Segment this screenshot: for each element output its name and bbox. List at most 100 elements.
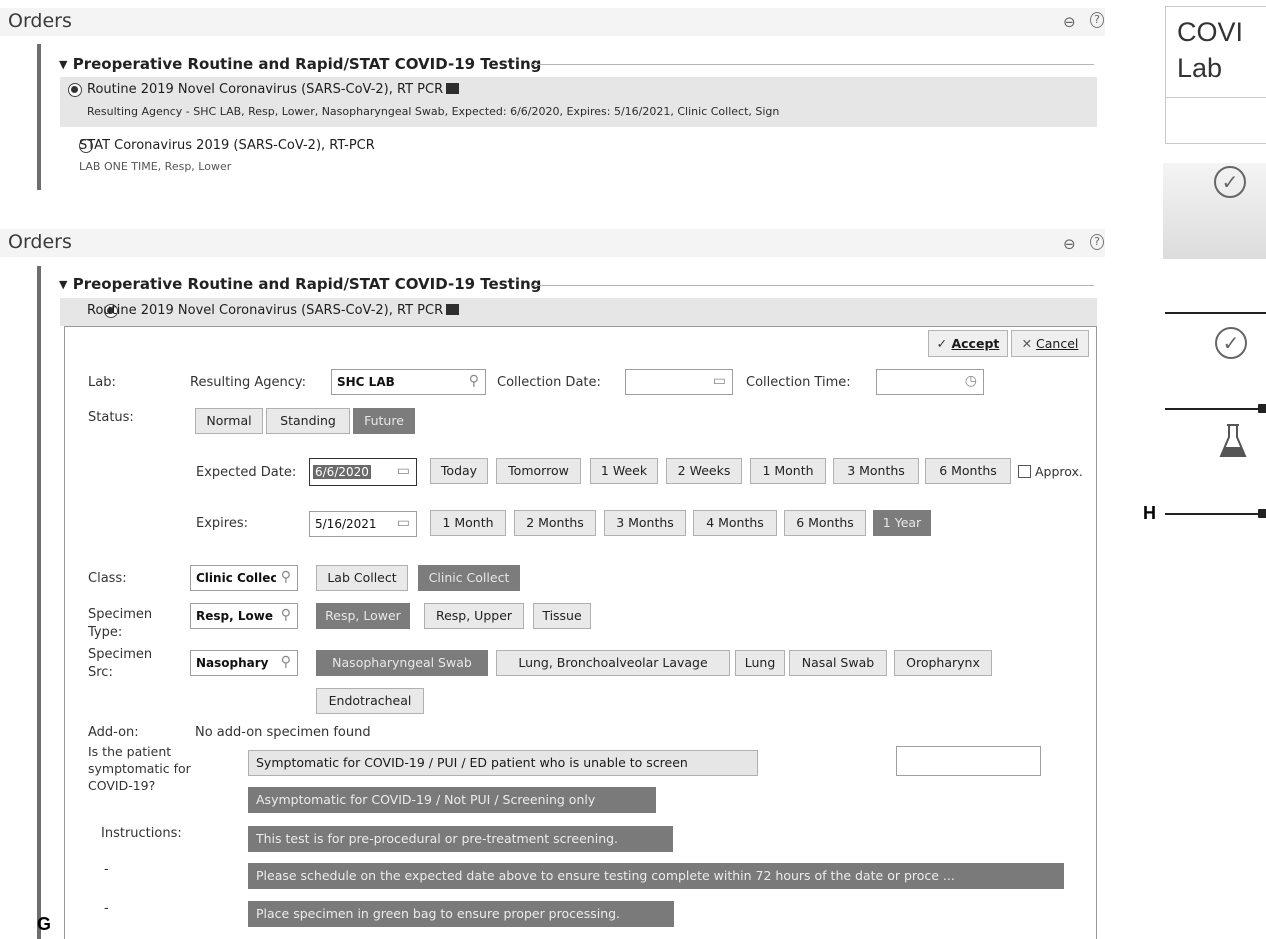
specimen-type-resp-upper-button[interactable]: Resp, Upper bbox=[424, 603, 524, 629]
expires-1year-button[interactable]: 1 Year bbox=[873, 510, 931, 536]
help-icon[interactable]: ? bbox=[1090, 12, 1104, 28]
addon-value: No add-on specimen found bbox=[195, 725, 371, 740]
instruction-dash-3: - bbox=[104, 901, 109, 916]
collection-time-label: Collection Time: bbox=[746, 375, 851, 390]
order-name-routine: Routine 2019 Novel Coronavirus (SARS-CoV… bbox=[87, 82, 460, 97]
accept-button[interactable]: ✓ Accept bbox=[928, 330, 1008, 357]
symptomatic-option-button[interactable]: Symptomatic for COVID-19 / PUI / ED pati… bbox=[248, 750, 758, 776]
lab-label: Lab: bbox=[88, 375, 116, 390]
status-square-icon bbox=[446, 83, 460, 94]
status-label: Status: bbox=[88, 410, 134, 425]
group-title-bottom: Preoperative Routine and Rapid/STAT COVI… bbox=[72, 275, 542, 293]
expires-label: Expires: bbox=[196, 516, 248, 531]
orders-title-bottom: Orders bbox=[8, 231, 72, 253]
asymptomatic-option-button[interactable]: Asymptomatic for COVID-19 / Not PUI / Sc… bbox=[248, 787, 656, 813]
triangle-down-icon: ▼ bbox=[59, 58, 68, 71]
expires-2months-button[interactable]: 2 Months bbox=[514, 510, 596, 536]
instructions-label: Instructions: bbox=[101, 826, 182, 841]
orders-title-top: Orders bbox=[8, 10, 72, 32]
class-lab-collect-button[interactable]: Lab Collect bbox=[316, 565, 408, 591]
order-detail-stat: LAB ONE TIME, Resp, Lower bbox=[79, 160, 232, 173]
expires-6months-button[interactable]: 6 Months bbox=[784, 510, 866, 536]
collection-date-field[interactable]: ▭ bbox=[625, 369, 733, 395]
specimen-src-nasal-swab-button[interactable]: Nasal Swab bbox=[789, 650, 887, 676]
specimen-src-label: Specimen Src: bbox=[88, 647, 153, 680]
order-name-stat[interactable]: STAT Coronavirus 2019 (SARS-CoV-2), RT-P… bbox=[79, 138, 375, 153]
expires-1month-button[interactable]: 1 Month bbox=[430, 510, 506, 536]
status-square-icon bbox=[446, 304, 460, 315]
expires-field[interactable]: 5/16/2021 ▭ bbox=[309, 511, 417, 537]
cancel-button[interactable]: ✕ Cancel bbox=[1011, 330, 1089, 357]
flask-icon[interactable] bbox=[1218, 422, 1248, 462]
group-toggle-top[interactable]: ▼ Preoperative Routine and Rapid/STAT CO… bbox=[59, 55, 541, 73]
specimen-src-bal-button[interactable]: Lung, Bronchoalveolar Lavage bbox=[496, 650, 730, 676]
calendar-icon[interactable]: ▭ bbox=[397, 463, 410, 479]
specimen-type-field[interactable]: Resp, Lowe ⚲ bbox=[190, 603, 298, 629]
help-icon[interactable]: ? bbox=[1090, 234, 1104, 250]
clock-icon[interactable]: ◷ bbox=[965, 373, 977, 389]
specimen-type-tissue-button[interactable]: Tissue bbox=[533, 603, 591, 629]
group-divider-top bbox=[532, 64, 1094, 65]
check-circle-icon[interactable]: ✓ bbox=[1214, 166, 1246, 198]
addon-label: Add-on: bbox=[88, 725, 139, 740]
specimen-src-field[interactable]: Nasophary ⚲ bbox=[190, 650, 298, 676]
resulting-agency-field[interactable]: SHC LAB ⚲ bbox=[331, 369, 486, 395]
class-clinic-collect-button[interactable]: Clinic Collect bbox=[418, 565, 520, 591]
orders-bottom-rule bbox=[37, 266, 41, 939]
order-radio-routine[interactable] bbox=[68, 83, 82, 97]
status-normal-button[interactable]: Normal bbox=[195, 408, 263, 434]
expires-3months-button[interactable]: 3 Months bbox=[604, 510, 686, 536]
specimen-src-oropharynx-button[interactable]: Oropharynx bbox=[894, 650, 992, 676]
specimen-type-resp-lower-button[interactable]: Resp, Lower bbox=[316, 603, 410, 629]
expected-6months-button[interactable]: 6 Months bbox=[925, 458, 1011, 484]
orders-header-top bbox=[0, 8, 1105, 36]
symptomatic-question-label: Is the patient symptomatic for COVID-19? bbox=[88, 744, 191, 793]
group-title-top: Preoperative Routine and Rapid/STAT COVI… bbox=[72, 55, 542, 73]
calendar-icon[interactable]: ▭ bbox=[397, 515, 410, 531]
orders-header-bottom bbox=[0, 229, 1105, 257]
search-icon[interactable]: ⚲ bbox=[281, 607, 291, 623]
search-icon[interactable]: ⚲ bbox=[469, 373, 479, 389]
check-circle-icon[interactable]: ✓ bbox=[1215, 327, 1247, 359]
expected-date-field[interactable]: 6/6/2020 ▭ bbox=[309, 458, 417, 486]
expected-3months-button[interactable]: 3 Months bbox=[833, 458, 919, 484]
expected-2weeks-button[interactable]: 2 Weeks bbox=[666, 458, 742, 484]
instruction-line-2: Please schedule on the expected date abo… bbox=[248, 863, 1064, 889]
panel-label-g: G bbox=[37, 914, 52, 934]
class-field[interactable]: Clinic Collec ⚲ bbox=[190, 565, 298, 591]
specimen-type-label: Specimen Type: bbox=[88, 607, 153, 640]
triangle-down-icon: ▼ bbox=[59, 278, 68, 291]
expected-today-button[interactable]: Today bbox=[430, 458, 488, 484]
specimen-src-endotracheal-button[interactable]: Endotracheal bbox=[316, 688, 424, 714]
resulting-agency-label: Resulting Agency: bbox=[190, 375, 307, 390]
instruction-line-3: Place specimen in green bag to ensure pr… bbox=[248, 901, 674, 927]
group-toggle-bottom[interactable]: ▼ Preoperative Routine and Rapid/STAT CO… bbox=[59, 275, 541, 293]
right-empty-cell bbox=[1165, 98, 1266, 144]
more-options-icon[interactable]: ⊖ bbox=[1063, 13, 1076, 31]
approx-checkbox[interactable]: Approx. bbox=[1018, 464, 1083, 479]
expected-1week-button[interactable]: 1 Week bbox=[590, 458, 658, 484]
expected-tomorrow-button[interactable]: Tomorrow bbox=[496, 458, 581, 484]
status-standing-button[interactable]: Standing bbox=[266, 408, 350, 434]
more-options-icon[interactable]: ⊖ bbox=[1063, 235, 1076, 253]
specimen-src-lung-button[interactable]: Lung bbox=[735, 650, 785, 676]
status-future-button[interactable]: Future bbox=[353, 408, 415, 434]
expires-4months-button[interactable]: 4 Months bbox=[693, 510, 777, 536]
orders-top-rule bbox=[37, 44, 41, 190]
collection-date-label: Collection Date: bbox=[497, 375, 601, 390]
right-strip-arrow-3 bbox=[1258, 509, 1266, 518]
expected-1month-button[interactable]: 1 Month bbox=[750, 458, 826, 484]
right-strip-line-1 bbox=[1165, 312, 1266, 314]
right-strip-line-3 bbox=[1165, 513, 1266, 515]
approx-checkbox-box[interactable] bbox=[1018, 465, 1031, 478]
symptomatic-comment-field[interactable] bbox=[896, 746, 1041, 776]
specimen-src-nasopharyngeal-button[interactable]: Nasopharyngeal Swab bbox=[316, 650, 488, 676]
order-name-expanded: Routine 2019 Novel Coronavirus (SARS-CoV… bbox=[87, 303, 460, 318]
collection-time-field[interactable]: ◷ bbox=[876, 369, 984, 395]
class-label: Class: bbox=[88, 571, 127, 586]
search-icon[interactable]: ⚲ bbox=[281, 654, 291, 670]
search-icon[interactable]: ⚲ bbox=[281, 569, 291, 585]
expected-date-label: Expected Date: bbox=[196, 465, 297, 480]
right-strip-arrow-2 bbox=[1258, 404, 1266, 413]
calendar-icon[interactable]: ▭ bbox=[713, 373, 726, 389]
